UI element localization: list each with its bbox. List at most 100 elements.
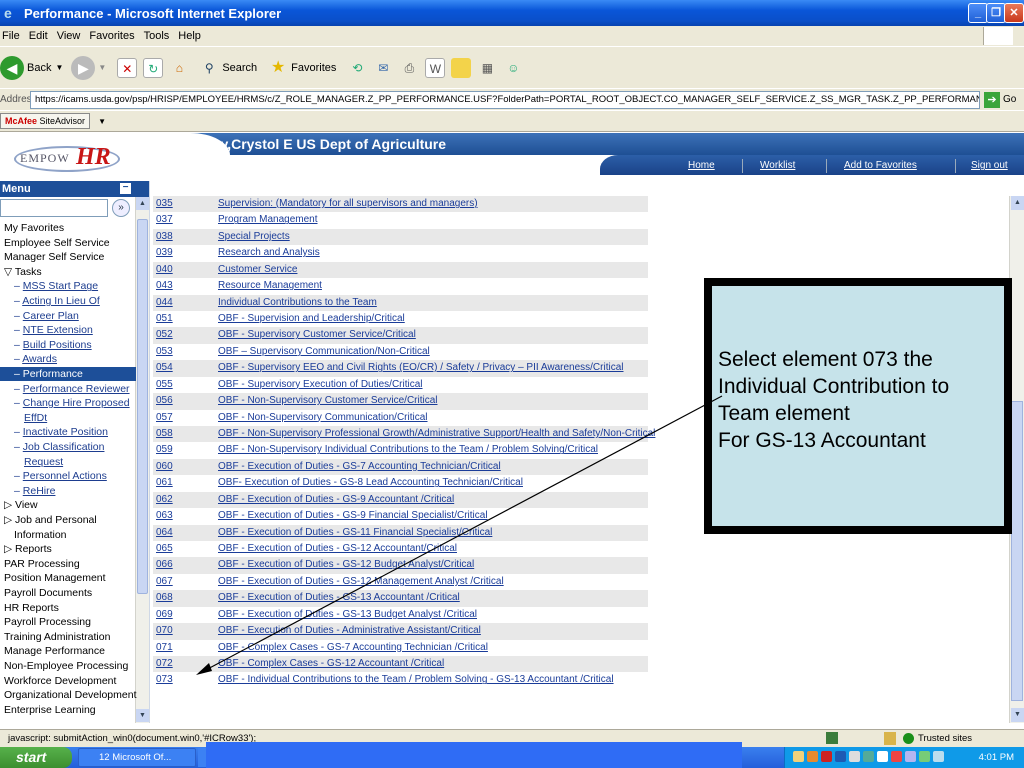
element-code-link[interactable]: 066 <box>156 557 173 573</box>
element-code-link[interactable]: 057 <box>156 410 173 426</box>
tray-icon[interactable] <box>821 751 832 762</box>
menu-item-employee-self-service[interactable]: Employee Self Service <box>0 236 136 250</box>
scroll-up-icon[interactable]: ▲ <box>136 197 149 210</box>
taskbar-item[interactable] <box>198 748 206 767</box>
element-code-link[interactable]: 058 <box>156 426 173 442</box>
element-description-link[interactable]: Supervision: (Mandatory for all supervis… <box>218 196 478 212</box>
tray-icon[interactable] <box>835 751 846 762</box>
element-code-link[interactable]: 069 <box>156 607 173 623</box>
research-icon[interactable]: ▦ <box>477 58 497 78</box>
menu-favorites[interactable]: Favorites <box>87 30 134 42</box>
element-description-link[interactable]: OBF - Execution of Duties - GS-11 Financ… <box>218 525 492 541</box>
menu-item-non-employee-processing[interactable]: Non-Employee Processing <box>0 659 136 673</box>
go-button[interactable]: ➔ Go <box>984 91 1016 108</box>
folder-icon[interactable] <box>451 57 472 78</box>
element-description-link[interactable]: OBF - Execution of Duties - GS-9 Financi… <box>218 508 488 524</box>
element-description-link[interactable]: OBF - Execution of Duties - GS-12 Budget… <box>218 557 474 573</box>
menu-file[interactable]: File <box>0 30 20 42</box>
menu-item-performance[interactable]: – Performance <box>0 367 136 381</box>
element-description-link[interactable]: OBF - Supervisory Customer Service/Criti… <box>218 327 416 343</box>
menu-item-par-processing[interactable]: PAR Processing <box>0 557 136 571</box>
address-input[interactable]: https://icams.usda.gov/psp/HRISP/EMPLOYE… <box>30 90 980 109</box>
home-link[interactable]: Home <box>688 160 715 171</box>
menu-item-enterprise-learning[interactable]: Enterprise Learning <box>0 703 136 717</box>
element-code-link[interactable]: 063 <box>156 508 173 524</box>
element-code-link[interactable]: 040 <box>156 262 173 278</box>
menu-search-input[interactable] <box>0 199 108 217</box>
menu-item-workforce-development[interactable]: Workforce Development <box>0 674 136 688</box>
element-code-link[interactable]: 038 <box>156 229 173 245</box>
favorites-button[interactable]: ★ Favorites <box>265 58 336 78</box>
menu-edit[interactable]: Edit <box>27 30 48 42</box>
menu-view[interactable]: View <box>55 30 81 42</box>
element-description-link[interactable]: OBF - Non-Supervisory Customer Service/C… <box>218 393 438 409</box>
element-code-link[interactable]: 060 <box>156 459 173 475</box>
element-code-link[interactable]: 039 <box>156 245 173 261</box>
menu-item-organizational-development[interactable]: Organizational Development <box>0 688 137 702</box>
element-code-link[interactable]: 071 <box>156 640 173 656</box>
element-description-link[interactable]: OBF - Complex Cases - GS-12 Accountant /… <box>218 656 444 672</box>
element-description-link[interactable]: OBF - Supervision and Leadership/Critica… <box>218 311 405 327</box>
tray-icon[interactable] <box>933 751 944 762</box>
element-code-link[interactable]: 043 <box>156 278 173 294</box>
menu-item-job-and-personal[interactable]: ▷ Job and Personal <box>0 513 136 527</box>
element-description-link[interactable]: OBF - Execution of Duties - GS-7 Account… <box>218 459 501 475</box>
messenger-icon[interactable]: ☺ <box>503 58 523 78</box>
menu-item-tasks[interactable]: ▽ Tasks <box>0 265 136 279</box>
print-icon[interactable]: ⎙ <box>399 58 419 78</box>
menu-scrollbar[interactable]: ▲ ▼ <box>135 197 149 723</box>
menu-item-reports[interactable]: ▷ Reports <box>0 542 136 556</box>
element-description-link[interactable]: OBF - Supervisory EEO and Civil Rights (… <box>218 360 624 376</box>
menu-item-acting-in-lieu-of[interactable]: – Acting In Lieu Of <box>0 294 136 308</box>
minimize-button[interactable]: _ <box>968 3 988 23</box>
element-code-link[interactable]: 068 <box>156 590 173 606</box>
element-code-link[interactable]: 051 <box>156 311 173 327</box>
edit-icon[interactable]: W <box>425 57 446 78</box>
element-description-link[interactable]: Resource Management <box>218 278 322 294</box>
menu-scroll-thumb[interactable] <box>137 219 148 594</box>
element-description-link[interactable]: OBF - Execution of Duties - Administrati… <box>218 623 481 639</box>
sign-out-link[interactable]: Sign out <box>971 160 1008 171</box>
scroll-up-icon[interactable]: ▲ <box>1011 196 1024 210</box>
element-code-link[interactable]: 035 <box>156 196 173 212</box>
worklist-link[interactable]: Worklist <box>760 160 795 171</box>
menu-item-change-hire-proposed[interactable]: – Change Hire Proposed <box>0 396 136 410</box>
tray-icon[interactable] <box>849 751 860 762</box>
search-button[interactable]: ⚲ Search <box>196 58 257 78</box>
element-code-link[interactable]: 052 <box>156 327 173 343</box>
tray-icon[interactable] <box>793 751 804 762</box>
element-description-link[interactable]: OBF – Supervisory Communication/Non-Crit… <box>218 344 430 360</box>
maximize-button[interactable]: ❐ <box>986 3 1006 23</box>
element-description-link[interactable]: OBF - Execution of Duties - GS-12 Accoun… <box>218 541 457 557</box>
close-button[interactable]: ✕ <box>1004 3 1024 23</box>
menu-item-manager-self-service[interactable]: Manager Self Service <box>0 250 136 264</box>
element-description-link[interactable]: OBF - Non-Supervisory Professional Growt… <box>218 426 655 442</box>
element-code-link[interactable]: 073 <box>156 672 173 688</box>
element-code-link[interactable]: 070 <box>156 623 173 639</box>
element-description-link[interactable]: OBF - Execution of Duties - GS-9 Account… <box>218 492 454 508</box>
scroll-down-icon[interactable]: ▼ <box>1011 708 1024 722</box>
menu-item-position-management[interactable]: Position Management <box>0 571 136 585</box>
menu-item-payroll-processing[interactable]: Payroll Processing <box>0 615 136 629</box>
tray-icon[interactable] <box>905 751 916 762</box>
add-to-favorites-link[interactable]: Add to Favorites <box>844 160 917 171</box>
menu-tools[interactable]: Tools <box>142 30 170 42</box>
menu-item-performance-reviewer[interactable]: – Performance Reviewer <box>0 382 136 396</box>
chevron-down-icon[interactable]: ▼ <box>98 117 106 126</box>
menu-item-mss-start-page[interactable]: – MSS Start Page <box>0 279 136 293</box>
element-code-link[interactable]: 072 <box>156 656 173 672</box>
scroll-down-icon[interactable]: ▼ <box>136 709 149 722</box>
element-description-link[interactable]: OBF - Non-Supervisory Communication/Crit… <box>218 410 428 426</box>
tray-icon[interactable] <box>877 751 888 762</box>
menu-item-inactivate-position[interactable]: – Inactivate Position <box>0 425 136 439</box>
element-description-link[interactable]: OBF - Non-Supervisory Individual Contrib… <box>218 442 598 458</box>
element-code-link[interactable]: 059 <box>156 442 173 458</box>
menu-item-career-plan[interactable]: – Career Plan <box>0 309 136 323</box>
menu-search-button[interactable]: » <box>112 199 130 217</box>
element-code-link[interactable]: 067 <box>156 574 173 590</box>
start-button[interactable]: start <box>0 747 72 768</box>
stop-icon[interactable]: ✕ <box>117 57 138 78</box>
menu-item-awards[interactable]: – Awards <box>0 352 136 366</box>
element-description-link[interactable]: OBF - Supervisory Execution of Duties/Cr… <box>218 377 423 393</box>
menu-item-my-favorites[interactable]: My Favorites <box>0 221 136 235</box>
